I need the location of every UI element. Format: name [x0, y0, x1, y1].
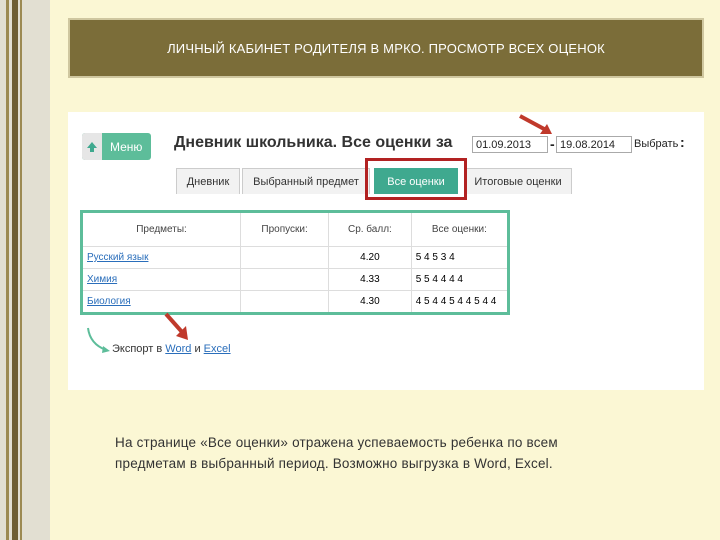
- tab-final-grades[interactable]: Итоговые оценки: [464, 168, 572, 194]
- arrow-up-icon: [82, 133, 102, 160]
- choose-button[interactable]: Выбрать: [634, 136, 678, 153]
- table-row: Русский язык 4.20 5 4 5 3 4: [80, 246, 510, 269]
- export-and: и: [194, 343, 201, 355]
- avg-cell: 4.20: [328, 246, 412, 269]
- decor-stripe: [12, 0, 18, 540]
- table-row: Биология 4.30 4 5 4 4 5 4 4 5 4 4: [80, 290, 510, 314]
- slide-title: ЛИЧНЫЙ КАБИНЕТ РОДИТЕЛЯ В МРКО. ПРОСМОТР…: [167, 40, 605, 56]
- date-to-input[interactable]: 19.08.2014: [556, 136, 632, 153]
- export-line: Экспорт в Word и Excel: [112, 343, 231, 355]
- caption-line: предметам в выбранный период. Возможно в…: [115, 456, 553, 471]
- decor-stripe: [20, 0, 22, 540]
- red-arrow-icon: [164, 312, 188, 340]
- subject-link[interactable]: Биология: [87, 296, 131, 307]
- header-skips: Пропуски:: [240, 211, 330, 247]
- tab-selected-subject[interactable]: Выбранный предмет: [242, 168, 370, 194]
- skips-cell: [240, 246, 330, 269]
- skips-cell: [240, 268, 330, 291]
- table-header-row: Предметы: Пропуски: Ср. балл: Все оценки…: [80, 211, 510, 247]
- skips-cell: [240, 290, 330, 314]
- decor-stripe: [6, 0, 9, 540]
- menu-button[interactable]: Меню: [82, 133, 151, 160]
- left-decor-strip: [0, 0, 50, 540]
- avg-cell: 4.30: [328, 290, 412, 314]
- avg-cell: 4.33: [328, 268, 412, 291]
- slide-caption: На странице «Все оценки» отражена успева…: [115, 432, 675, 474]
- header-avg: Ср. балл:: [328, 211, 412, 247]
- screenshot-panel: Меню Дневник школьника. Все оценки за 01…: [68, 112, 704, 390]
- date-range-dash: -: [550, 136, 555, 152]
- grades-cell: 5 5 4 4 4 4: [410, 268, 510, 291]
- table-row: Химия 4.33 5 5 4 4 4 4: [80, 268, 510, 291]
- red-arrow-icon: [519, 114, 552, 134]
- title-colon: :: [680, 134, 685, 150]
- tab-diary[interactable]: Дневник: [176, 168, 240, 194]
- subject-link[interactable]: Химия: [87, 274, 117, 285]
- highlight-frame: [365, 158, 467, 200]
- subject-cell[interactable]: Русский язык: [80, 246, 242, 269]
- subject-cell[interactable]: Химия: [80, 268, 242, 291]
- grades-cell: 5 4 5 3 4: [410, 246, 510, 269]
- export-word-link[interactable]: Word: [165, 343, 191, 355]
- header-grades: Все оценки:: [410, 211, 510, 247]
- export-excel-link[interactable]: Excel: [204, 343, 231, 355]
- diary-title: Дневник школьника. Все оценки за: [174, 134, 453, 151]
- curved-arrow-icon: [87, 327, 110, 353]
- export-prefix: Экспорт в: [112, 343, 163, 355]
- date-from-input[interactable]: 01.09.2013: [472, 136, 548, 153]
- header-subjects: Предметы:: [80, 211, 242, 247]
- slide-title-bar: ЛИЧНЫЙ КАБИНЕТ РОДИТЕЛЯ В МРКО. ПРОСМОТР…: [68, 18, 704, 78]
- grades-table: Предметы: Пропуски: Ср. балл: Все оценки…: [80, 210, 510, 315]
- grades-cell: 4 5 4 4 5 4 4 5 4 4: [410, 290, 510, 314]
- caption-line: На странице «Все оценки» отражена успева…: [115, 435, 558, 450]
- subject-link[interactable]: Русский язык: [87, 252, 148, 263]
- menu-label: Меню: [110, 139, 143, 154]
